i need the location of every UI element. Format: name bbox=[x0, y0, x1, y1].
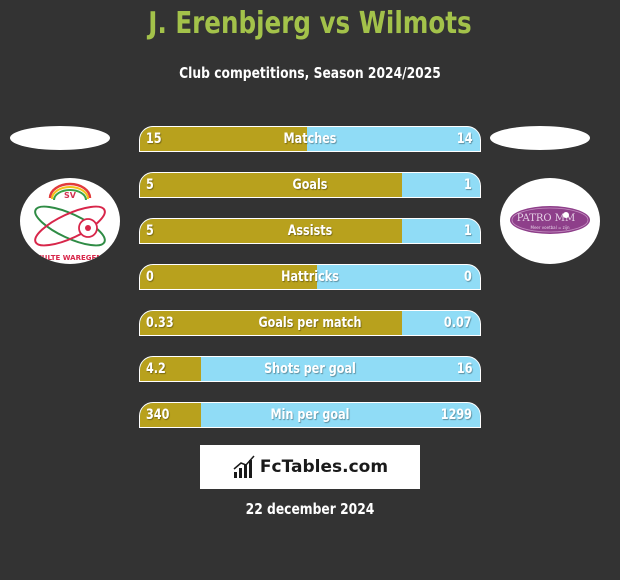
stat-bar: 15 Matches 14 bbox=[139, 126, 481, 152]
stat-label: Matches bbox=[283, 131, 337, 147]
right-value: 0.07 bbox=[444, 315, 472, 331]
left-value: 5 bbox=[146, 177, 154, 193]
stat-bar: 340 Min per goal 1299 bbox=[139, 402, 481, 428]
left-value: 5 bbox=[146, 223, 154, 239]
page-title: J. Erenbjerg vs Wilmots bbox=[148, 6, 472, 41]
left-club-logo[interactable]: SV ZULTE WAREGEM bbox=[20, 178, 120, 264]
right-value: 1299 bbox=[440, 407, 472, 423]
left-value: 0.33 bbox=[146, 315, 174, 331]
left-value: 0 bbox=[146, 269, 154, 285]
right-value: 1 bbox=[464, 177, 472, 193]
stat-row: 0.33 Goals per match 0.07 bbox=[139, 310, 481, 336]
stat-bar: 5 Assists 1 bbox=[139, 218, 481, 244]
stat-bar: 0.33 Goals per match 0.07 bbox=[139, 310, 481, 336]
page-subtitle: Club competitions, Season 2024/2025 bbox=[179, 64, 441, 82]
right-player-placeholder bbox=[490, 126, 590, 150]
right-value: 14 bbox=[456, 131, 472, 147]
patro-maasmechelen-icon: PATRO MM Meer voetbal = zijn bbox=[510, 206, 590, 234]
right-value: 16 bbox=[456, 361, 472, 377]
stat-row: 340 Min per goal 1299 bbox=[139, 402, 481, 428]
stat-bar: 0 Hattricks 0 bbox=[139, 264, 481, 290]
stat-label: Min per goal bbox=[270, 407, 350, 423]
stat-row: 0 Hattricks 0 bbox=[139, 264, 481, 290]
left-value: 15 bbox=[146, 131, 162, 147]
stat-label: Goals per match bbox=[258, 315, 362, 331]
right-value: 1 bbox=[464, 223, 472, 239]
stat-row: 5 Goals 1 bbox=[139, 172, 481, 198]
bar-chart-icon bbox=[233, 455, 255, 478]
stat-bar: 4.2 Shots per goal 16 bbox=[139, 356, 481, 382]
left-player-placeholder bbox=[10, 126, 110, 150]
stat-row: 4.2 Shots per goal 16 bbox=[139, 356, 481, 382]
date-label: 22 december 2024 bbox=[245, 500, 375, 518]
brand-text: FcTables.com bbox=[259, 457, 389, 477]
right-club-logo[interactable]: PATRO MM Meer voetbal = zijn bbox=[500, 178, 600, 264]
stat-label: Assists bbox=[287, 223, 333, 239]
logo-tagline: Meer voetbal = zijn bbox=[531, 225, 570, 230]
right-value: 0 bbox=[464, 269, 472, 285]
sv-zulte-waregem-icon: SV ZULTE WAREGEM bbox=[34, 182, 106, 262]
logo-text-sv: SV bbox=[64, 191, 77, 200]
svg-text:ZULTE WAREGEM: ZULTE WAREGEM bbox=[37, 254, 104, 262]
stat-label: Hattricks bbox=[281, 269, 339, 285]
stat-row: 5 Assists 1 bbox=[139, 218, 481, 244]
fctables-brand[interactable]: FcTables.com bbox=[200, 445, 420, 489]
left-value: 340 bbox=[146, 407, 170, 423]
stat-row: 15 Matches 14 bbox=[139, 126, 481, 152]
stat-label: Shots per goal bbox=[264, 361, 356, 377]
stat-label: Goals bbox=[292, 177, 328, 193]
left-value: 4.2 bbox=[146, 361, 166, 377]
stat-bar: 5 Goals 1 bbox=[139, 172, 481, 198]
